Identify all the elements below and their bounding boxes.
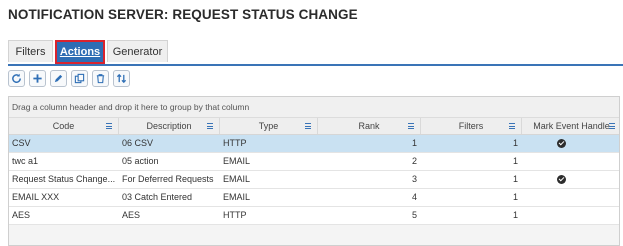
column-header-type[interactable]: Type [220,118,318,134]
sort-icon [116,73,127,84]
cell-description: For Deferred Requests [122,174,214,184]
add-icon [33,74,42,83]
tab-generator[interactable]: Generator [107,40,168,62]
actions-grid: Drag a column header and drop it here to… [8,96,620,246]
cell-code: EMAIL XXX [12,192,60,202]
column-header-description[interactable]: Description [119,118,220,134]
cell-filters: 1 [512,192,518,202]
table-row[interactable]: AES AES HTTP 5 1 [9,207,619,225]
column-header-mark-event-handle[interactable]: Mark Event Handle [522,118,621,134]
edit-icon [54,74,63,83]
table-row[interactable]: CSV 06 CSV HTTP 1 1 [9,135,619,153]
column-menu-icon[interactable] [509,123,515,129]
column-menu-icon[interactable] [207,123,213,129]
cell-rank: 1 [411,138,417,148]
cell-code: Request Status Change... [12,174,116,184]
cell-code: CSV [12,138,31,148]
cell-filters: 1 [512,210,518,220]
delete-icon [96,74,105,84]
table-row[interactable]: twc a1 05 action EMAIL 2 1 [9,153,619,171]
cell-type: HTTP [223,138,247,148]
cell-description: 03 Catch Entered [122,192,193,202]
column-header-rank[interactable]: Rank [318,118,421,134]
delete-button[interactable] [92,70,109,87]
cell-type: EMAIL [223,192,251,202]
column-header-code[interactable]: Code [9,118,119,134]
column-menu-icon[interactable] [609,123,615,129]
refresh-button[interactable] [8,70,25,87]
group-drop-area[interactable]: Drag a column header and drop it here to… [9,97,619,118]
cell-filters: 1 [512,174,518,184]
cell-code: AES [12,210,31,220]
column-header-filters[interactable]: Filters [421,118,522,134]
table-row[interactable]: Request Status Change... For Deferred Re… [9,171,619,189]
cell-type: HTTP [223,210,247,220]
check-circle-icon [557,139,566,148]
cell-rank: 4 [411,192,417,202]
cell-rank: 5 [411,210,417,220]
cell-description: AES [122,210,141,220]
refresh-icon [12,73,21,83]
sort-button[interactable] [113,70,130,87]
cell-type: EMAIL [223,156,251,166]
column-menu-icon[interactable] [305,123,311,129]
cell-description: 05 action [122,156,159,166]
tab-filters[interactable]: Filters [8,40,53,62]
column-menu-icon[interactable] [408,123,414,129]
add-button[interactable] [29,70,46,87]
copy-button[interactable] [71,70,88,87]
edit-button[interactable] [50,70,67,87]
page-title: NOTIFICATION SERVER: REQUEST STATUS CHAN… [8,7,358,22]
tab-bar: Filters Actions Generator [8,40,623,66]
column-menu-icon[interactable] [106,123,112,129]
cell-description: 06 CSV [122,138,154,148]
cell-type: EMAIL [223,174,251,184]
cell-rank: 2 [411,156,417,166]
tab-actions[interactable]: Actions [55,40,105,64]
check-circle-icon [557,175,566,184]
cell-filters: 1 [512,138,518,148]
grid-header: Code Description Type Rank Filters Mark … [9,118,619,135]
cell-code: twc a1 [12,156,39,166]
cell-rank: 3 [411,174,417,184]
table-row[interactable]: EMAIL XXX 03 Catch Entered EMAIL 4 1 [9,189,619,207]
copy-icon [74,73,85,84]
cell-filters: 1 [512,156,518,166]
